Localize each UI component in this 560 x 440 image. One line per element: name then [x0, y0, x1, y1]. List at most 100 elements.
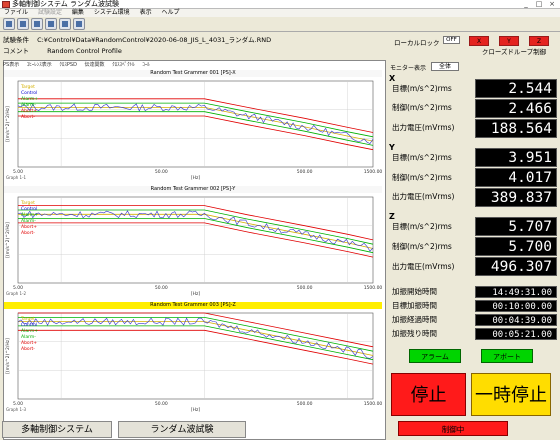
settings-icon[interactable]	[45, 18, 57, 30]
x-control-value: 2.466	[475, 99, 557, 118]
stop-button[interactable]: 停止	[391, 373, 466, 416]
condition-value: C:¥Control¥Data¥RandomControl¥2020-06-08…	[37, 36, 272, 44]
closed-loop-label: クローズドループ制御	[481, 48, 547, 56]
menu-file[interactable]: ファイル	[4, 9, 28, 16]
legend-entry: Alarm+	[21, 212, 38, 218]
y-axis-label: [(m/s^2)^2/Hz]	[5, 222, 11, 258]
maximize-icon[interactable]: □	[533, 1, 545, 8]
title-bar: 多軸制御システム ランダム波試験 _ □ ×	[0, 0, 560, 9]
test-condition-row: 試験条件 C:¥Control¥Data¥RandomControl¥2020-…	[3, 35, 383, 45]
legend-entry: Alarm-	[21, 334, 36, 340]
chart-tabs: PS表示 ｺﾋｰﾚﾝｽ表示 ｸﾛｽPSD 伝達関数 ｸﾛｽｽﾍﾟｸﾄﾙ ｺｰﾙ	[3, 61, 383, 70]
axis-z-button[interactable]: Z	[529, 36, 549, 46]
abort-button[interactable]: アボート	[481, 349, 533, 363]
comment-row: コメント Random Control Profile	[3, 46, 383, 56]
condition-label: 試験条件	[3, 36, 29, 44]
comment-label: コメント	[3, 47, 29, 55]
elapsed-time-label: 加振経過時間	[392, 315, 437, 324]
x-axis-label: [Hz]	[191, 291, 201, 297]
legend-entry: Abort-	[21, 230, 35, 236]
legend-entry: Abort-	[21, 114, 35, 120]
x-output-value: 188.564	[475, 119, 557, 138]
y-axis-label: [(m/s^2)^2/Hz]	[5, 338, 11, 374]
legend-entry: Target	[20, 200, 35, 206]
x-axis-label: [Hz]	[191, 407, 201, 413]
monitor-select[interactable]: 全体	[431, 62, 459, 71]
start-time-value: 14:49:31.00	[475, 286, 557, 298]
graph-icon[interactable]	[59, 18, 71, 30]
menu-view[interactable]: 表示	[140, 9, 152, 16]
x-tick-label: 500.00	[297, 285, 313, 291]
tab-ps[interactable]: PS表示	[3, 62, 19, 68]
legend-entry: Control	[21, 322, 37, 328]
menu-test-settings[interactable]: 試験設定	[38, 9, 62, 16]
y-control-value: 4.017	[475, 168, 557, 187]
tab-cross-spectrum[interactable]: ｸﾛｽｽﾍﾟｸﾄﾙ	[112, 62, 135, 68]
legend-entry: Abort+	[21, 108, 37, 114]
y-target-value: 3.951	[475, 148, 557, 167]
elapsed-time-value: 00:04:39.00	[475, 314, 557, 326]
graph-footer: Graph 1-2	[6, 291, 27, 296]
legend-entry: Abort+	[21, 340, 37, 346]
help-icon[interactable]	[73, 18, 85, 30]
chart-z: Random Test Grammer 003 [PS]-Z Target Con…	[4, 302, 382, 417]
tab-call[interactable]: ｺｰﾙ	[142, 62, 150, 68]
x-tick-label: 50.00	[155, 285, 168, 291]
legend-entry: Alarm+	[21, 96, 38, 102]
monitor-label: モニター表示	[390, 65, 427, 72]
alarm-button[interactable]: アラーム	[409, 349, 461, 363]
remaining-time-value: 00:05:21.00	[475, 328, 557, 340]
menu-bar: ファイル 試験設定 編集 システム環境 表示 ヘルプ	[0, 9, 560, 17]
print-icon[interactable]	[31, 18, 43, 30]
legend-entry: Control	[21, 206, 37, 212]
chart-title: Random Test Grammer 002 [PS]-Y	[4, 186, 382, 193]
chart-title: Random Test Grammer 003 [PS]-Z	[4, 302, 382, 309]
y-axis-label: [(m/s^2)^2/Hz]	[5, 106, 11, 142]
graph-footer: Graph 1-1	[6, 175, 27, 180]
minimize-icon[interactable]: _	[520, 1, 532, 8]
legend-entry: Control	[21, 90, 37, 96]
legend-entry: Target	[20, 316, 35, 322]
save-icon[interactable]	[17, 18, 29, 30]
z-control-value: 5.700	[475, 237, 557, 256]
menu-edit[interactable]: 編集	[72, 9, 84, 16]
local-lock-label: ローカルロック	[394, 39, 440, 47]
window-title: 多軸制御システム ランダム波試験	[12, 0, 120, 8]
x-target-value: 2.544	[475, 79, 557, 98]
tab-coherence[interactable]: ｺﾋｰﾚﾝｽ表示	[27, 62, 52, 68]
x-tick-label: 1500.00	[364, 169, 382, 175]
local-lock-value[interactable]: OFF	[443, 36, 460, 44]
test-type-panel: ランダム波試験	[118, 421, 246, 438]
chart-x: Random Test Grammer 001 [PS]-X Target Con…	[4, 70, 382, 185]
z-output-value: 496.307	[475, 257, 557, 276]
x-axis-label: [Hz]	[191, 175, 201, 181]
open-icon[interactable]	[3, 18, 15, 30]
legend-entry: Abort-	[21, 346, 35, 352]
x-tick-label: 500.00	[297, 401, 313, 407]
tab-transfer[interactable]: 伝達関数	[85, 62, 105, 68]
app-icon	[2, 1, 10, 8]
x-tick-label: 1500.00	[364, 285, 382, 291]
chart-y: Random Test Grammer 002 [PS]-Y Target Con…	[4, 186, 382, 301]
legend-entry: Alarm-	[21, 218, 36, 224]
tab-cross-psd[interactable]: ｸﾛｽPSD	[59, 62, 77, 68]
chart-y-plot: TargetControlAlarm+Alarm-Abort+Abort-5.0…	[5, 196, 382, 297]
legend-entry: Alarm-	[21, 102, 36, 108]
start-time-label: 加振開始時間	[392, 287, 437, 296]
comment-value: Random Control Profile	[47, 47, 122, 55]
legend-entry: Target	[20, 84, 35, 90]
y-output-value: 389.837	[475, 188, 557, 207]
chart-x-plot: TargetControlAlarm+Alarm-Abort+Abort-5.0…	[5, 80, 382, 181]
axis-y-button[interactable]: Y	[499, 36, 519, 46]
plot-area	[17, 80, 374, 168]
close-icon[interactable]: ×	[546, 1, 558, 8]
remaining-time-label: 加振残り時間	[392, 329, 437, 338]
z-target-value: 5.707	[475, 217, 557, 236]
target-duration-value: 00:10:00.00	[475, 300, 557, 312]
axis-x-button[interactable]: X	[469, 36, 489, 46]
menu-system[interactable]: システム環境	[94, 9, 130, 16]
pause-button[interactable]: 一時停止	[471, 373, 551, 416]
run-state-indicator: 制御中	[398, 421, 508, 436]
x-tick-label: 50.00	[155, 401, 168, 407]
menu-help[interactable]: ヘルプ	[162, 9, 180, 16]
